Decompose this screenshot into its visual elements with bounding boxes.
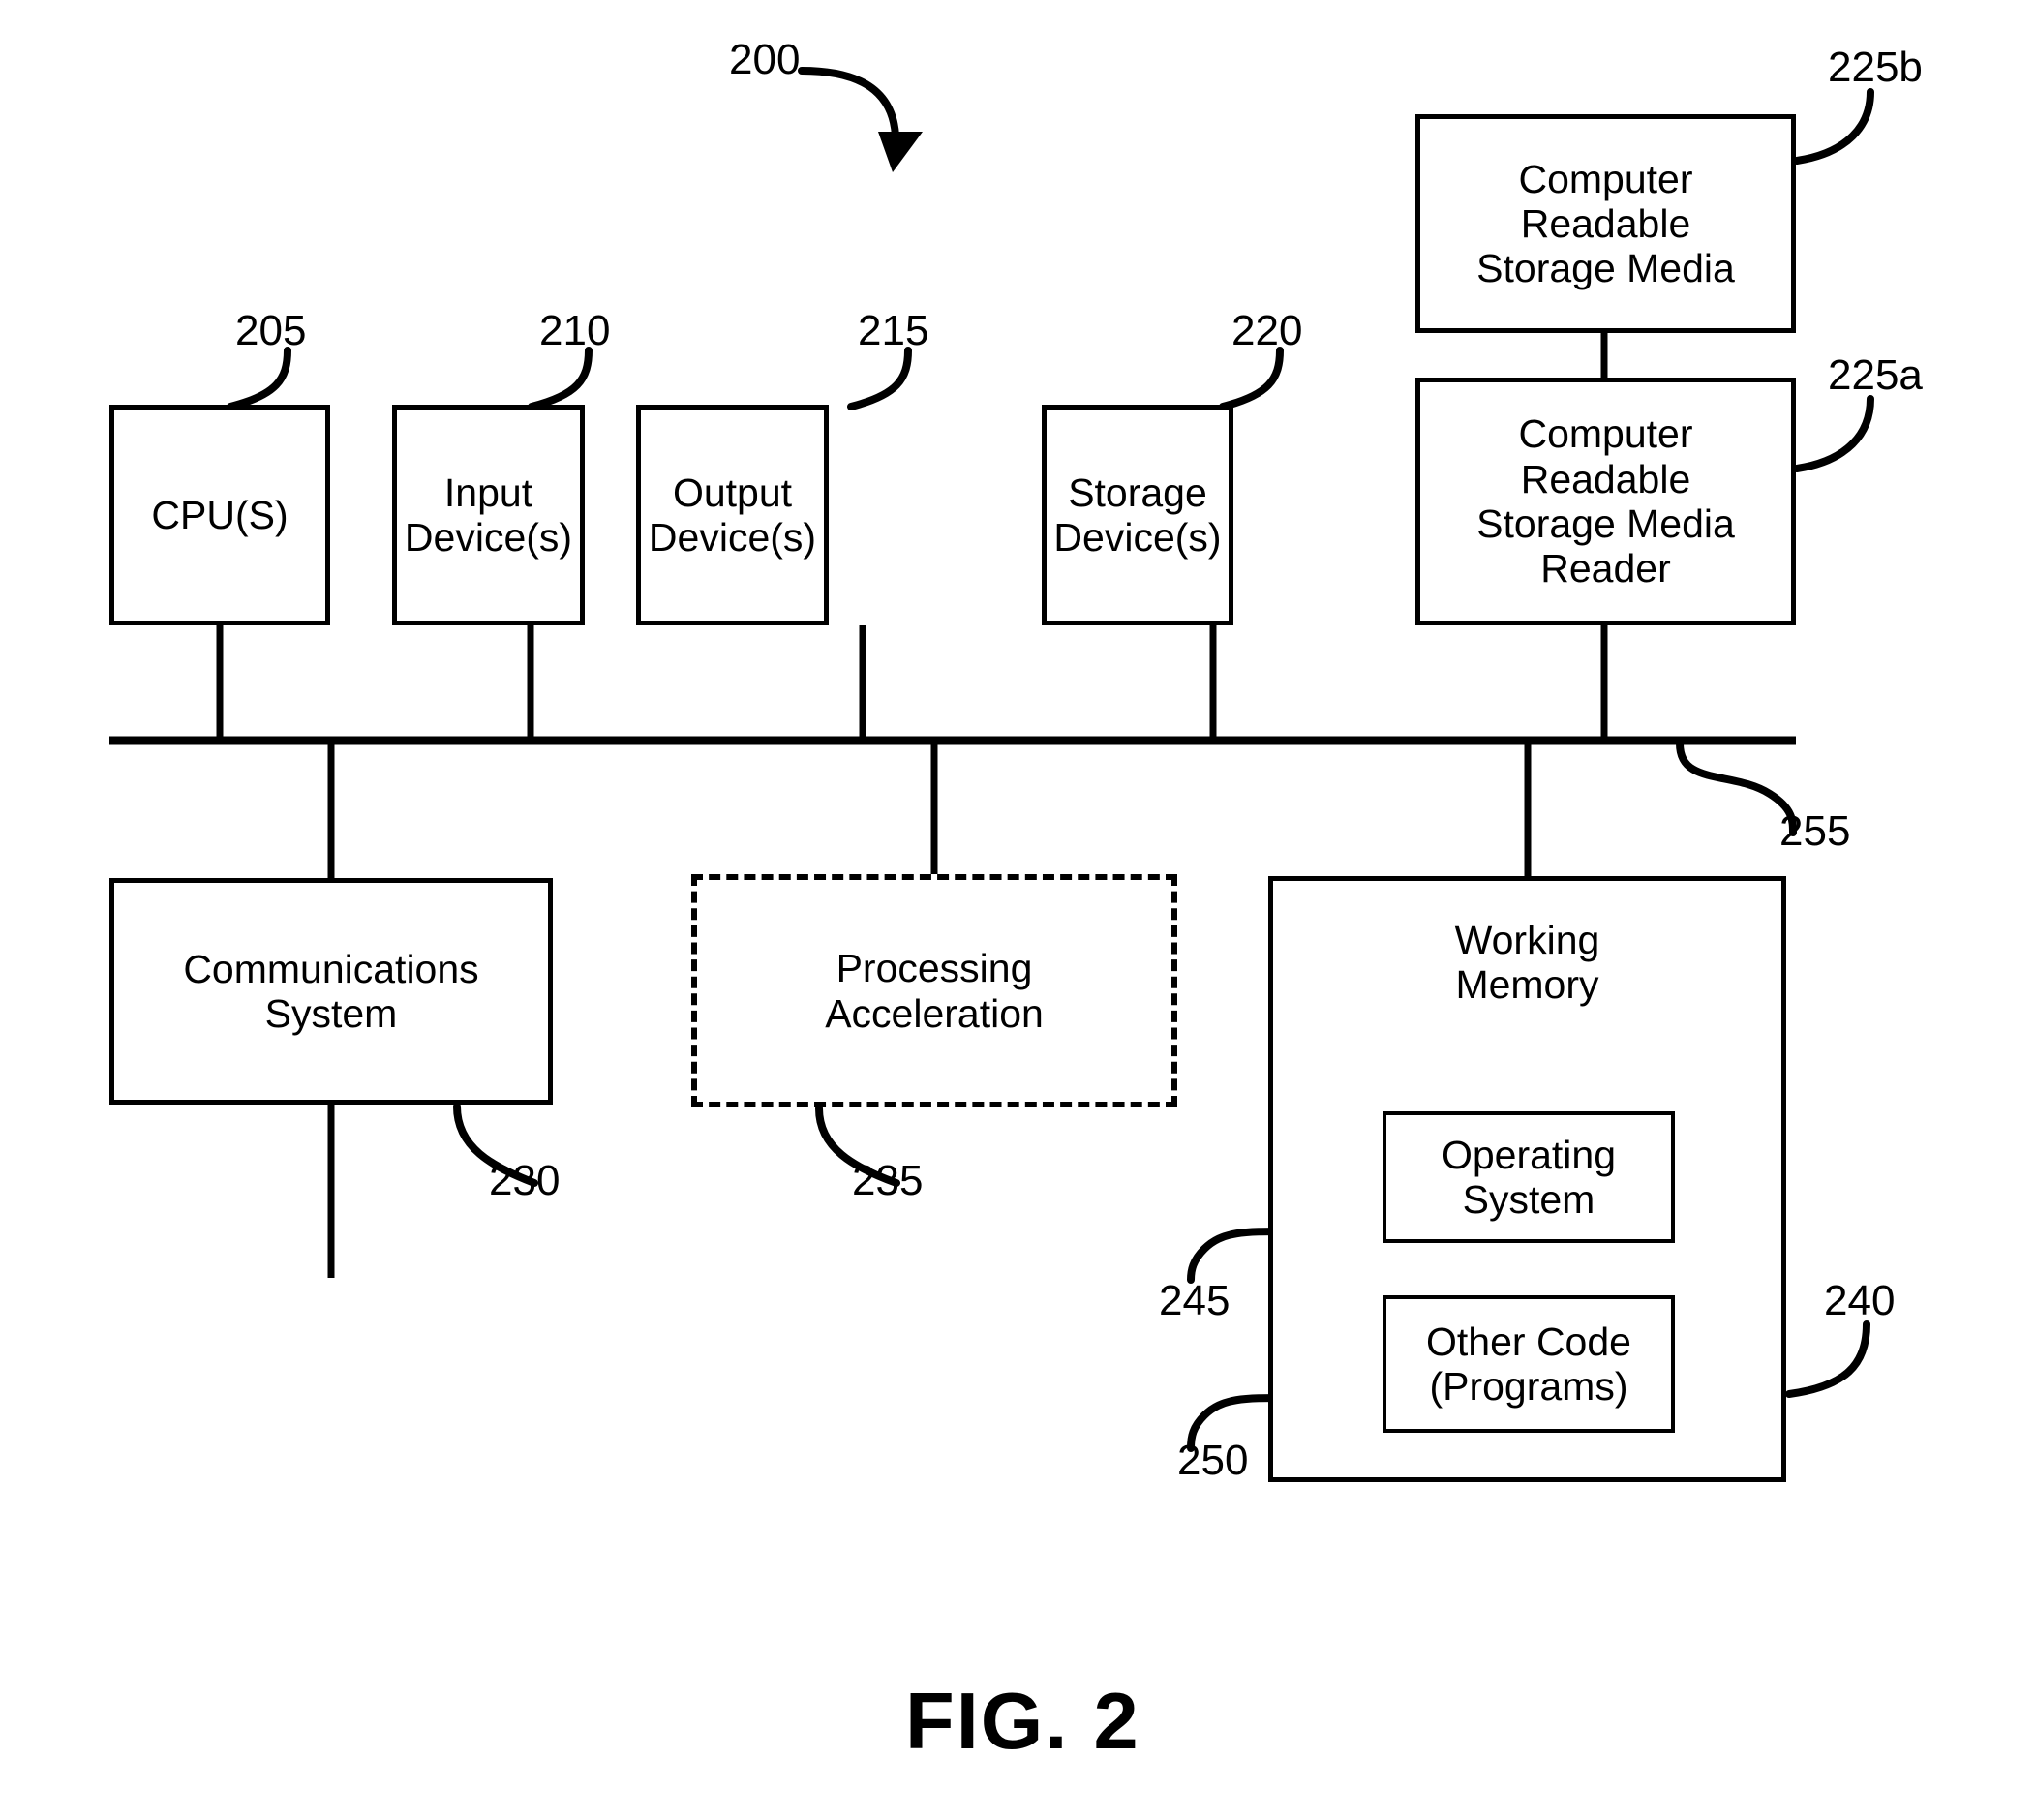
arrowhead-200: [878, 132, 923, 172]
leader-220: [1219, 347, 1284, 410]
ref-numeral-230: 230: [489, 1157, 561, 1204]
leader-225b: [1793, 88, 1874, 165]
node-storage-devices[interactable]: Storage Device(s): [1042, 405, 1233, 625]
node-computer-readable-storage-media-reader[interactable]: Computer Readable Storage Media Reader: [1415, 378, 1796, 625]
ref-numeral-225a: 225a: [1828, 351, 1923, 399]
ref-numeral-250: 250: [1177, 1437, 1249, 1484]
ref-numeral-240: 240: [1824, 1277, 1896, 1324]
node-working-memory-label: Working Memory: [1454, 918, 1600, 1008]
ref-numeral-200: 200: [729, 36, 801, 83]
node-other-code[interactable]: Other Code (Programs): [1383, 1295, 1675, 1433]
node-output-devices[interactable]: Output Device(s): [636, 405, 829, 625]
node-output-devices-label: Output Device(s): [648, 470, 817, 560]
ref-numeral-245: 245: [1159, 1277, 1231, 1324]
patent-figure-2: CPU(S) Input Device(s) Output Device(s) …: [0, 0, 2036, 1820]
node-computer-readable-storage-media-reader-label: Computer Readable Storage Media Reader: [1476, 411, 1735, 592]
node-input-devices[interactable]: Input Device(s): [392, 405, 585, 625]
node-cpu[interactable]: CPU(S): [109, 405, 330, 625]
ref-numeral-225b: 225b: [1828, 44, 1923, 91]
node-input-devices-label: Input Device(s): [404, 470, 573, 560]
node-computer-readable-storage-media-label: Computer Readable Storage Media: [1476, 156, 1735, 291]
leader-225a: [1793, 395, 1874, 472]
ref-numeral-210: 210: [539, 307, 611, 354]
ref-numeral-205: 205: [235, 307, 307, 354]
node-communications-system[interactable]: Communications System: [109, 878, 553, 1105]
node-cpu-label: CPU(S): [151, 492, 289, 537]
leader-240: [1785, 1320, 1870, 1398]
ref-numeral-215: 215: [858, 307, 929, 354]
leader-210: [528, 347, 593, 410]
ref-numeral-235: 235: [852, 1157, 924, 1204]
node-storage-devices-label: Storage Device(s): [1053, 470, 1222, 560]
leader-200: [798, 67, 899, 139]
node-processing-acceleration[interactable]: Processing Acceleration: [691, 874, 1177, 1107]
node-other-code-label: Other Code (Programs): [1426, 1319, 1631, 1409]
leader-215: [847, 347, 912, 410]
figure-caption: FIG. 2: [905, 1676, 1140, 1766]
node-operating-system[interactable]: Operating System: [1383, 1111, 1675, 1243]
node-operating-system-label: Operating System: [1441, 1132, 1617, 1222]
node-communications-system-label: Communications System: [183, 946, 479, 1036]
ref-numeral-255: 255: [1779, 807, 1851, 855]
ref-numeral-220: 220: [1231, 307, 1303, 354]
node-processing-acceleration-label: Processing Acceleration: [825, 946, 1044, 1036]
leader-205: [227, 347, 291, 410]
leader-255: [1676, 740, 1797, 836]
node-computer-readable-storage-media[interactable]: Computer Readable Storage Media: [1415, 114, 1796, 333]
